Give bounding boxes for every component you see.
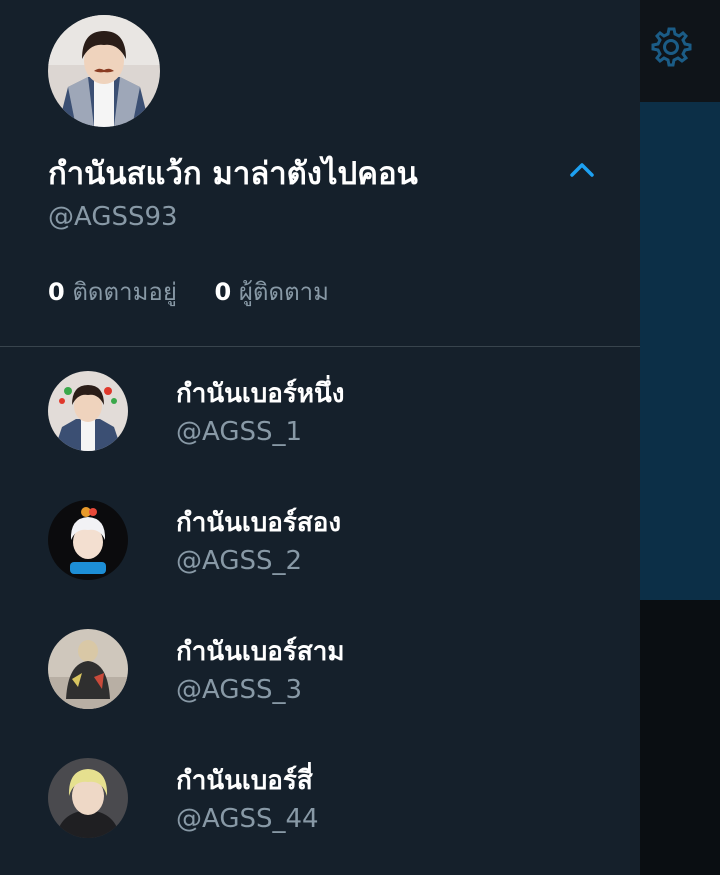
account-item[interactable]: กำนันเบอร์สี่ @AGSS_44 bbox=[0, 758, 640, 875]
background-content bbox=[640, 102, 720, 600]
chevron-up-icon[interactable] bbox=[566, 156, 598, 184]
account-handle: @AGSS_3 bbox=[176, 675, 303, 705]
profile-avatar[interactable] bbox=[48, 15, 160, 127]
account-name: กำนันเบอร์สอง bbox=[176, 508, 342, 538]
avatar bbox=[48, 371, 128, 451]
account-item[interactable]: กำนันเบอร์สอง @AGSS_2 bbox=[0, 500, 640, 620]
following-label: ติดตามอยู่ bbox=[72, 278, 177, 306]
avatar bbox=[48, 500, 128, 580]
following-count: 0 bbox=[48, 278, 65, 306]
profile-handle: @AGSS93 bbox=[48, 202, 178, 232]
avatar bbox=[48, 629, 128, 709]
followers-stat[interactable]: 0 ผู้ติดตาม bbox=[215, 272, 329, 311]
account-item[interactable]: กำนันเบอร์สาม @AGSS_3 bbox=[0, 629, 640, 749]
profile-display-name: กำนันสแว้ก มาล่าตังไปคอน bbox=[48, 156, 418, 192]
account-drawer: กำนันสแว้ก มาล่าตังไปคอน @AGSS93 0 ติดตา… bbox=[0, 0, 640, 875]
account-name: กำนันเบอร์สาม bbox=[176, 637, 345, 667]
account-name: กำนันเบอร์สี่ bbox=[176, 766, 313, 796]
followers-label: ผู้ติดตาม bbox=[238, 278, 329, 306]
account-handle: @AGSS_44 bbox=[176, 804, 319, 834]
gear-icon[interactable] bbox=[650, 26, 692, 68]
followers-count: 0 bbox=[214, 278, 232, 306]
avatar bbox=[48, 758, 128, 838]
follow-stats: 0 ติดตามอยู่ 0 ผู้ติดตาม bbox=[48, 272, 359, 311]
following-stat[interactable]: 0 ติดตามอยู่ bbox=[48, 272, 177, 311]
divider bbox=[0, 346, 640, 347]
background-footer bbox=[640, 600, 720, 875]
screen: กำนันสแว้ก มาล่าตังไปคอน @AGSS93 0 ติดตา… bbox=[0, 0, 720, 875]
account-handle: @AGSS_1 bbox=[176, 417, 303, 447]
account-handle: @AGSS_2 bbox=[176, 546, 303, 576]
account-name: กำนันเบอร์หนึ่ง bbox=[176, 379, 345, 409]
account-item[interactable]: กำนันเบอร์หนึ่ง @AGSS_1 bbox=[0, 371, 640, 491]
